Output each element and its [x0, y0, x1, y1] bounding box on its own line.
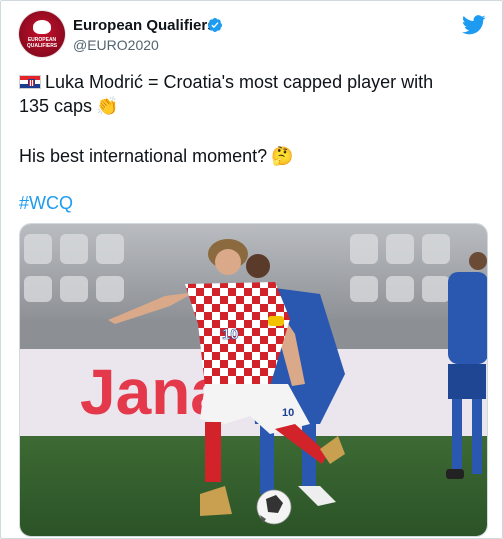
account-avatar[interactable]: EUROPEAN QUALIFIERS — [19, 11, 65, 57]
clapping-hands-icon: 👏 — [96, 96, 119, 116]
tweet-photo[interactable]: Jana 10 10 — [19, 223, 488, 537]
account-handle[interactable]: @EURO2020 — [73, 37, 159, 53]
tweet-text-line-1: Luka Modrić = Croatia's most capped play… — [19, 70, 433, 94]
tweet-text-line-2: 135 caps 👏 — [19, 94, 118, 118]
tweet-text-3: His best international moment? — [19, 146, 268, 166]
shirt-number: 10 — [222, 326, 239, 343]
avatar-logo-text: EUROPEAN QUALIFIERS — [26, 37, 58, 49]
croatia-flag-icon — [19, 75, 41, 89]
football-ball — [256, 489, 292, 525]
football-match-photo: Jana 10 10 — [20, 224, 487, 536]
tweet-text-line-3: His best international moment? 🤔 — [19, 144, 294, 168]
account-name[interactable]: European Qualifiers — [73, 17, 216, 34]
twitter-bird-icon[interactable] — [462, 15, 486, 35]
tweet-text-1: Luka Modrić = Croatia's most capped play… — [45, 72, 434, 92]
shorts-number: 10 — [282, 407, 294, 419]
tweet-text-2: 135 caps — [19, 96, 93, 116]
thinking-face-icon: 🤔 — [271, 146, 294, 166]
avatar-trophy-logo — [33, 20, 51, 34]
tweet-card[interactable]: EUROPEAN QUALIFIERS European Qualifiers … — [0, 0, 503, 539]
verified-badge-icon — [207, 18, 222, 32]
hashtag-link[interactable]: #WCQ — [19, 191, 73, 215]
